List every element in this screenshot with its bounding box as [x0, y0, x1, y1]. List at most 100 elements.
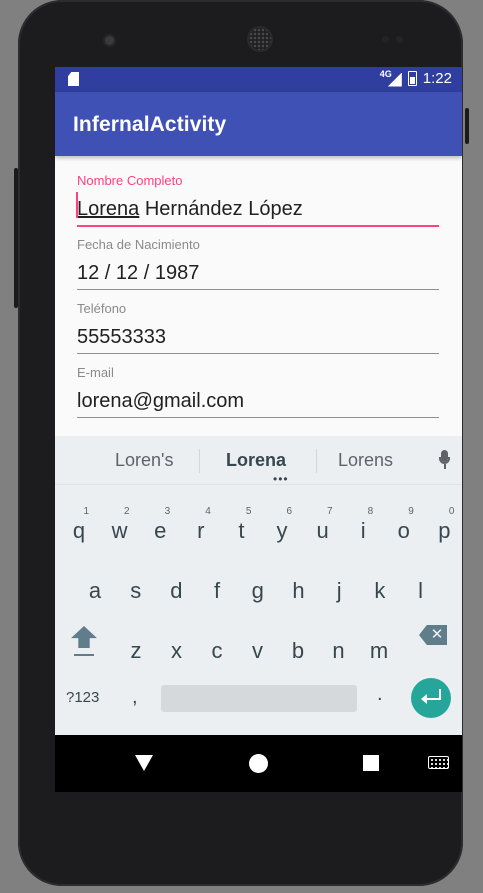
earpiece-speaker: [249, 28, 271, 50]
key-a[interactable]: a: [75, 564, 115, 614]
key-u[interactable]: u7: [303, 504, 343, 554]
suggestion-divider: [199, 449, 200, 473]
key-g[interactable]: g: [238, 564, 278, 614]
symbols-key[interactable]: ?123: [66, 689, 99, 706]
key-number-hint: 1: [83, 506, 89, 517]
key-number-hint: 8: [367, 506, 374, 517]
key-label: r: [197, 518, 205, 543]
key-j[interactable]: j: [319, 564, 359, 614]
return-arrow-icon: [421, 689, 441, 707]
key-number-hint: 5: [245, 506, 252, 517]
full-name-rest: Hernández López: [139, 198, 303, 220]
key-p[interactable]: p0: [424, 504, 462, 554]
caps-indicator: [74, 654, 94, 656]
key-h[interactable]: h: [279, 564, 319, 614]
key-label: n: [332, 638, 345, 663]
phone-label: Teléfono: [77, 301, 127, 316]
full-name-composing-word: Lorena: [77, 198, 140, 220]
period-key[interactable]: .: [377, 683, 383, 706]
key-label: h: [292, 578, 305, 603]
birth-date-underline: [77, 289, 439, 290]
key-number-hint: 4: [205, 506, 211, 517]
key-m[interactable]: m: [359, 624, 399, 674]
birth-date-field[interactable]: Fecha de Nacimiento 12 / 12 / 1987: [77, 237, 439, 290]
microphone-icon[interactable]: [438, 450, 450, 472]
suggestion-right[interactable]: Lorens: [338, 450, 393, 471]
key-y[interactable]: y6: [262, 504, 302, 554]
key-n[interactable]: n: [319, 624, 359, 674]
network-type-label: 4G: [379, 68, 392, 79]
key-label: o: [397, 518, 410, 543]
key-number-hint: 6: [286, 506, 292, 517]
suggestion-separator: [55, 484, 462, 485]
key-q[interactable]: q1: [59, 504, 99, 554]
email-underline: [77, 417, 439, 418]
recent-apps-icon[interactable]: [363, 755, 379, 771]
key-label: y: [276, 518, 288, 543]
back-icon[interactable]: [135, 755, 153, 771]
birth-date-label: Fecha de Nacimiento: [77, 237, 200, 252]
text-cursor: [76, 192, 78, 218]
enter-key[interactable]: [411, 678, 451, 718]
key-o[interactable]: o9: [384, 504, 424, 554]
birth-date-input[interactable]: 12 / 12 / 1987: [77, 262, 439, 289]
suggestion-left[interactable]: Loren's: [115, 450, 173, 471]
email-field[interactable]: E-mail lorena@gmail.com: [77, 365, 439, 418]
key-number-hint: 9: [408, 506, 414, 517]
key-number-hint: 7: [327, 506, 333, 517]
key-label: l: [418, 578, 424, 603]
status-time: 1:22: [422, 70, 452, 87]
email-label: E-mail: [77, 365, 114, 380]
screen: 4G 1:22 InfernalActivity Nombre Completo…: [55, 67, 462, 792]
key-z[interactable]: z: [116, 624, 156, 674]
status-bar: 4G 1:22: [55, 67, 462, 92]
key-s[interactable]: s: [116, 564, 156, 614]
phone-input[interactable]: 55553333: [77, 326, 439, 353]
key-c[interactable]: c: [197, 624, 237, 674]
key-f[interactable]: f: [197, 564, 237, 614]
key-label: p: [438, 518, 451, 543]
key-label: j: [336, 578, 342, 603]
key-label: z: [130, 638, 142, 663]
key-number-hint: 2: [124, 506, 130, 517]
soft-keyboard: Loren's Lorena ••• Lorens q1w2e3r4t5y6u7…: [55, 436, 462, 735]
key-r[interactable]: r4: [181, 504, 221, 554]
phone-underline: [77, 353, 439, 354]
keyboard-switch-icon[interactable]: [428, 756, 449, 769]
full-name-underline: [77, 225, 439, 227]
light-sensor: [396, 36, 403, 43]
suggestion-divider: [316, 449, 317, 473]
key-v[interactable]: v: [238, 624, 278, 674]
key-label: x: [171, 638, 182, 663]
full-name-input[interactable]: Lorena Hernández López: [76, 192, 439, 225]
key-i[interactable]: i8: [343, 504, 383, 554]
shift-key[interactable]: [69, 624, 99, 660]
key-label: m: [369, 638, 389, 663]
key-label: k: [374, 578, 386, 603]
key-number-hint: 0: [448, 506, 455, 517]
key-d[interactable]: d: [156, 564, 196, 614]
key-label: g: [251, 578, 264, 603]
home-icon[interactable]: [249, 754, 268, 773]
email-input[interactable]: lorena@gmail.com: [77, 390, 439, 417]
battery-icon: [407, 71, 417, 86]
key-x[interactable]: x: [157, 624, 197, 674]
key-w[interactable]: w2: [100, 504, 140, 554]
key-t[interactable]: t5: [221, 504, 261, 554]
key-label: a: [88, 578, 102, 603]
key-b[interactable]: b: [278, 624, 318, 674]
suggestion-center[interactable]: Lorena: [226, 450, 286, 471]
backspace-key[interactable]: ✕: [419, 625, 447, 645]
key-e[interactable]: e3: [140, 504, 180, 554]
suggestion-strip: Loren's Lorena ••• Lorens: [55, 436, 462, 486]
phone-frame: 4G 1:22 InfernalActivity Nombre Completo…: [18, 0, 463, 886]
phone-field[interactable]: Teléfono 55553333: [77, 301, 439, 354]
backspace-icon: ✕: [430, 626, 444, 643]
comma-key[interactable]: ,: [132, 686, 138, 709]
space-key[interactable]: [161, 685, 357, 712]
full-name-field[interactable]: Nombre Completo Lorena Hernández López: [76, 173, 439, 227]
key-k[interactable]: k: [360, 564, 400, 614]
key-label: f: [214, 578, 221, 603]
key-l[interactable]: l: [401, 564, 441, 614]
key-label: c: [211, 638, 223, 663]
